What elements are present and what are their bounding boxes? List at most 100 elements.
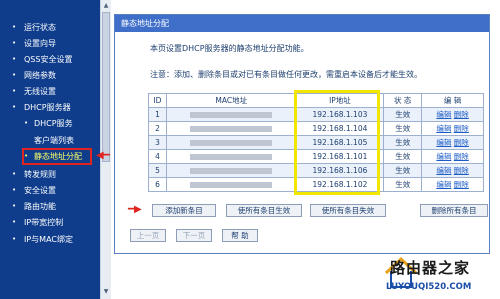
row-ip: 192.168.1.102 (295, 177, 385, 192)
next-page-button[interactable]: 下一页 (176, 229, 212, 242)
sidebar-item-label: 客户端列表 (34, 136, 74, 145)
disable-all-button[interactable]: 使所有条目失效 (310, 204, 386, 217)
scroll-down-icon[interactable]: ▼ (102, 287, 110, 297)
site-watermark: 路由器之家 LUYOUQI520.COM (384, 256, 500, 299)
sidebar-item-dhcp-service[interactable]: • DHCP服务 (0, 117, 111, 130)
enable-all-button[interactable]: 使所有条目生效 (226, 204, 302, 217)
col-id-header: ID (148, 93, 167, 108)
row-id: 6 (148, 177, 167, 192)
table-row: 6 192.168.1.102 生效 编辑 删除 (148, 177, 484, 192)
row-id: 3 (148, 135, 167, 150)
edit-link[interactable]: 编辑 (436, 180, 451, 189)
row-actions: 编辑 删除 (421, 177, 484, 192)
sidebar-item-static-address[interactable]: • 静态地址分配 (0, 148, 111, 165)
row-mac (165, 135, 297, 150)
mac-redacted (190, 182, 273, 188)
scroll-up-icon[interactable]: ▲ (102, 1, 110, 11)
help-button[interactable]: 帮 助 (222, 229, 258, 242)
col-edit-header: 编 辑 (421, 93, 484, 108)
row-id: 4 (148, 149, 167, 164)
delete-all-button[interactable]: 删除所有条目 (420, 204, 488, 217)
delete-link[interactable]: 删除 (454, 180, 469, 189)
sidebar-item-dhcp-server[interactable]: • DHCP服务器 (0, 101, 111, 114)
delete-link[interactable]: 删除 (454, 166, 469, 175)
prev-page-button[interactable]: 上一页 (130, 229, 166, 242)
bullet-icon: • (24, 152, 29, 160)
sidebar-item-routing[interactable]: • 路由功能 (0, 200, 111, 213)
col-mac-header: MAC地址 (165, 93, 297, 108)
row-actions: 编辑 删除 (421, 135, 484, 150)
edit-link[interactable]: 编辑 (436, 166, 451, 175)
sidebar-item-security[interactable]: • 安全设置 (0, 184, 111, 197)
sidebar-item-client-list[interactable]: 客户端列表 (0, 134, 111, 147)
table-row: 2 192.168.1.104 生效 编辑 删除 (148, 121, 484, 136)
sidebar-item-label: 转发规则 (24, 170, 56, 179)
bullet-icon: • (12, 202, 17, 210)
edit-link[interactable]: 编辑 (436, 152, 451, 161)
row-mac (165, 149, 297, 164)
row-mac (165, 107, 297, 122)
delete-link[interactable]: 删除 (454, 110, 469, 119)
sidebar-item-label: 网络参数 (24, 71, 56, 80)
row-mac (165, 177, 297, 192)
panel-title: 静态地址分配 (115, 15, 489, 32)
sidebar-item-wireless[interactable]: • 无线设置 (0, 85, 111, 98)
edit-link[interactable]: 编辑 (436, 138, 451, 147)
delete-link[interactable]: 删除 (454, 152, 469, 161)
col-ip-header: IP地址 (295, 93, 385, 108)
row-actions: 编辑 删除 (421, 107, 484, 122)
row-id: 2 (148, 121, 167, 136)
row-ip: 192.168.1.105 (295, 135, 385, 150)
red-arrow-icon: ━▶ (128, 204, 142, 215)
row-ip: 192.168.1.101 (295, 149, 385, 164)
sidebar-menu: • 运行状态 • 设置向导 • QSS安全设置 • 网络参数 • 无线设置 • … (0, 0, 111, 299)
bullet-icon: • (12, 39, 17, 47)
mac-redacted (190, 140, 273, 146)
row-status: 生效 (383, 163, 423, 178)
add-entry-button[interactable]: 添加新条目 (152, 204, 216, 217)
static-lease-table: ID MAC地址 IP地址 状 态 编 辑 1 192.168.1.103 生效… (148, 93, 484, 192)
sidebar-item-running-status[interactable]: • 运行状态 (0, 21, 111, 34)
sidebar-item-label: QSS安全设置 (24, 55, 73, 64)
bullet-icon: • (12, 71, 17, 79)
bullet-icon: • (12, 87, 17, 95)
row-status: 生效 (383, 177, 423, 192)
sidebar-item-forwarding[interactable]: • 转发规则 (0, 168, 111, 181)
sidebar-item-label: 静态地址分配 (34, 152, 82, 161)
sidebar-item-ip-mac-binding[interactable]: • IP与MAC绑定 (0, 233, 111, 246)
sidebar-item-label: IP与MAC绑定 (24, 235, 74, 244)
watermark-title: 路由器之家 (390, 259, 471, 277)
bullet-icon: • (12, 218, 17, 226)
row-actions: 编辑 删除 (421, 121, 484, 136)
watermark-url: LUYOUQI520.COM (386, 282, 472, 292)
row-status: 生效 (383, 149, 423, 164)
edit-link[interactable]: 编辑 (436, 124, 451, 133)
row-status: 生效 (383, 135, 423, 150)
table-row: 4 192.168.1.101 生效 编辑 删除 (148, 149, 484, 164)
row-ip: 192.168.1.104 (295, 121, 385, 136)
table-row: 3 192.168.1.105 生效 编辑 删除 (148, 135, 484, 150)
sidebar-item-label: 运行状态 (24, 23, 56, 32)
panel-note: 注意：添加、删除条目或对已有条目做任何更改，需重启本设备后才能生效。 (150, 70, 422, 79)
red-arrow-icon: ◀━ (96, 150, 110, 161)
sidebar-item-bandwidth[interactable]: • IP带宽控制 (0, 216, 111, 229)
delete-link[interactable]: 删除 (454, 138, 469, 147)
bullet-icon: • (12, 170, 17, 178)
sidebar-item-setup-wizard[interactable]: • 设置向导 (0, 37, 111, 50)
delete-link[interactable]: 删除 (454, 124, 469, 133)
sidebar-item-network[interactable]: • 网络参数 (0, 69, 111, 82)
table-row: 1 192.168.1.103 生效 编辑 删除 (148, 107, 484, 122)
row-status: 生效 (383, 121, 423, 136)
bullet-icon: • (12, 235, 17, 243)
row-ip: 192.168.1.106 (295, 163, 385, 178)
row-ip: 192.168.1.103 (295, 107, 385, 122)
row-id: 1 (148, 107, 167, 122)
row-mac (165, 163, 297, 178)
sidebar-item-label: 无线设置 (24, 87, 56, 96)
mac-redacted (190, 112, 273, 118)
scrollbar-thumb[interactable] (102, 12, 110, 162)
row-id: 5 (148, 163, 167, 178)
row-actions: 编辑 删除 (421, 149, 484, 164)
edit-link[interactable]: 编辑 (436, 110, 451, 119)
sidebar-item-qss[interactable]: • QSS安全设置 (0, 53, 111, 66)
